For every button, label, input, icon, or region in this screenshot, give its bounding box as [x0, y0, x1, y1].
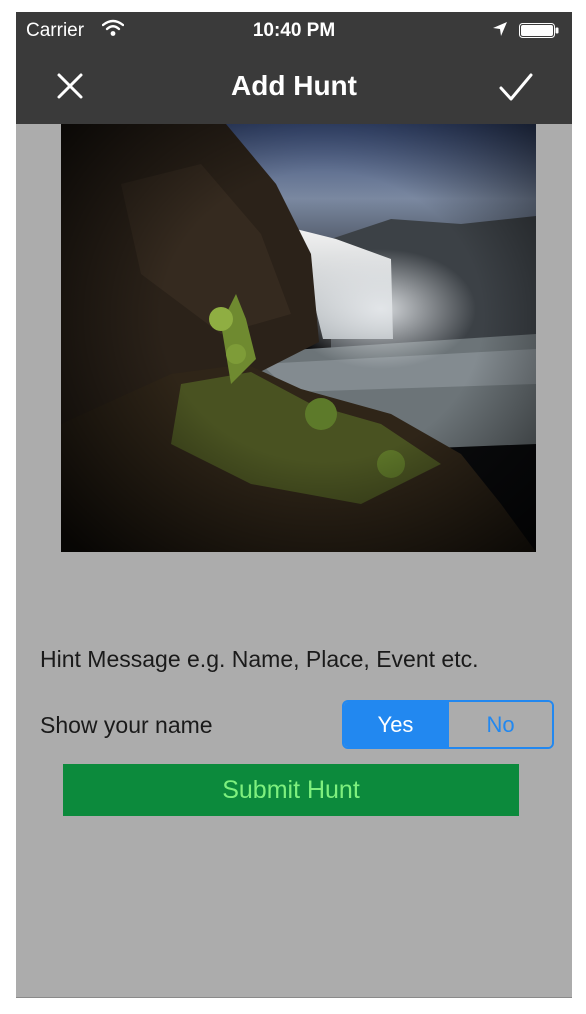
navigation-bar: Add Hunt [16, 50, 572, 124]
hunt-photo [61, 124, 536, 552]
show-name-label: Show your name [40, 712, 213, 738]
segment-no[interactable]: No [447, 702, 552, 747]
show-name-segmented-control: Yes No [342, 700, 554, 749]
submit-hunt-button[interactable]: Submit Hunt [63, 764, 519, 816]
checkmark-icon[interactable] [498, 72, 534, 102]
status-time: 10:40 PM [252, 20, 336, 41]
battery-icon [519, 23, 559, 38]
page-title: Add Hunt [231, 70, 357, 101]
location-arrow-icon [493, 22, 507, 36]
hint-message[interactable]: Hint Message e.g. Name, Place, Event etc… [40, 646, 478, 673]
status-bar: Carrier 10:40 PM [16, 12, 572, 50]
app-screen: Carrier 10:40 PM Add Hunt Hint Message e… [16, 12, 572, 998]
segment-yes[interactable]: Yes [344, 702, 447, 747]
